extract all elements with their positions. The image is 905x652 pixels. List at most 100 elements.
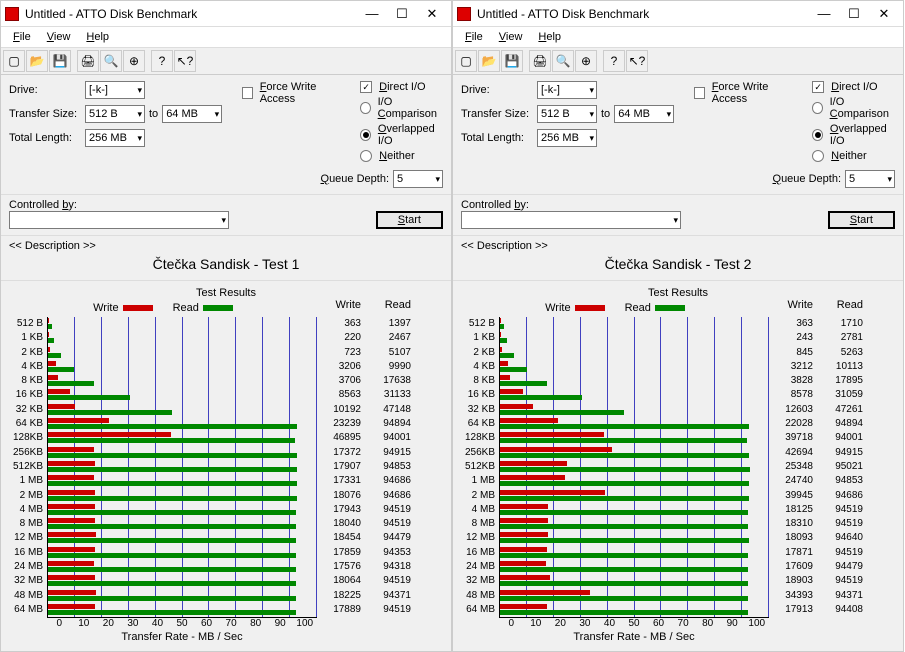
write-value: 363: [769, 317, 819, 331]
transfer-from-select[interactable]: 512 B: [537, 105, 597, 123]
menu-view[interactable]: View: [491, 29, 531, 45]
maximize-button[interactable]: ☐: [387, 2, 417, 26]
whatsthis-icon[interactable]: ↖?: [174, 50, 196, 72]
minimize-button[interactable]: —: [357, 2, 387, 26]
write-value: 243: [769, 331, 819, 345]
read-value: 17638: [367, 374, 417, 388]
drive-select[interactable]: [-k-]: [85, 81, 145, 99]
controlled-select[interactable]: [9, 211, 229, 229]
controlled-select[interactable]: [461, 211, 681, 229]
chart-row: [500, 517, 769, 531]
write-bar: [500, 418, 558, 423]
total-length-select[interactable]: 256 MB: [537, 129, 597, 147]
drive-select[interactable]: [-k-]: [537, 81, 597, 99]
queue-depth-label: Queue Depth:: [773, 173, 842, 185]
write-bar: [48, 432, 171, 437]
write-bar: [500, 547, 547, 552]
new-icon[interactable]: ▢: [3, 50, 25, 72]
io-comparison-radio[interactable]: [812, 102, 822, 114]
value-row: 1831094519: [769, 517, 869, 531]
chart-legend: WriteRead: [9, 300, 317, 316]
menu-view[interactable]: View: [39, 29, 79, 45]
zoom-icon[interactable]: ⊕: [123, 50, 145, 72]
drive-label: Drive:: [461, 84, 533, 96]
value-row: 2432781: [769, 331, 869, 345]
chart-row: [500, 560, 769, 574]
x-tick: 50: [170, 618, 195, 629]
value-row: 1787194519: [769, 546, 869, 560]
read-value: 94915: [367, 446, 417, 460]
category-label: 512 B: [461, 317, 495, 331]
close-button[interactable]: ✕: [869, 2, 899, 26]
write-value: 18310: [769, 517, 819, 531]
transfer-to-select[interactable]: 64 MB: [614, 105, 674, 123]
queue-depth-select[interactable]: 5: [845, 170, 895, 188]
category-label: 2 KB: [461, 346, 495, 360]
queue-depth-select[interactable]: 5: [393, 170, 443, 188]
value-row: 2534895021: [769, 460, 869, 474]
print-icon[interactable]: 🖨: [77, 50, 99, 72]
neither-radio-label: Neither: [379, 150, 414, 162]
preview-icon[interactable]: 🔍: [100, 50, 122, 72]
x-tick: 70: [219, 618, 244, 629]
read-bar: [48, 438, 295, 443]
read-value: 94519: [819, 574, 869, 588]
write-bar: [500, 590, 590, 595]
transfer-to-select[interactable]: 64 MB: [162, 105, 222, 123]
read-col-header: Read: [819, 299, 869, 317]
help-icon[interactable]: ?: [151, 50, 173, 72]
window-title: Untitled - ATTO Disk Benchmark: [477, 7, 809, 21]
write-value: 18454: [317, 531, 367, 545]
total-length-select[interactable]: 256 MB: [85, 129, 145, 147]
controlled-section: Controlled by:Start: [1, 194, 451, 235]
menu-help[interactable]: Help: [78, 29, 117, 45]
overlapped-radio[interactable]: [812, 129, 823, 141]
preview-icon[interactable]: 🔍: [552, 50, 574, 72]
zoom-icon[interactable]: ⊕: [575, 50, 597, 72]
chart-row: [48, 317, 317, 331]
menu-help[interactable]: Help: [530, 29, 569, 45]
save-icon[interactable]: 💾: [49, 50, 71, 72]
save-icon[interactable]: 💾: [501, 50, 523, 72]
neither-radio[interactable]: [812, 150, 824, 162]
close-button[interactable]: ✕: [417, 2, 447, 26]
menu-file[interactable]: File: [5, 29, 39, 45]
value-row: 1791394408: [769, 603, 869, 617]
read-bar: [48, 410, 172, 415]
minimize-button[interactable]: —: [809, 2, 839, 26]
read-bar: [500, 610, 748, 615]
write-value: 39718: [769, 431, 819, 445]
chart-row: [48, 374, 317, 388]
force-write-checkbox[interactable]: [694, 87, 705, 99]
read-value: 94915: [819, 446, 869, 460]
value-row: 1760994479: [769, 560, 869, 574]
whatsthis-icon[interactable]: ↖?: [626, 50, 648, 72]
chart-row: [48, 360, 317, 374]
chart-row: [500, 603, 769, 617]
transfer-from-select[interactable]: 512 B: [85, 105, 145, 123]
overlapped-radio[interactable]: [360, 129, 371, 141]
io-comparison-radio[interactable]: [360, 102, 370, 114]
print-icon[interactable]: 🖨: [529, 50, 551, 72]
neither-radio[interactable]: [360, 150, 372, 162]
description-label: << Description >>: [461, 240, 895, 252]
write-bar: [500, 318, 501, 323]
new-icon[interactable]: ▢: [455, 50, 477, 72]
menu-file[interactable]: File: [457, 29, 491, 45]
open-icon[interactable]: 📂: [478, 50, 500, 72]
start-button[interactable]: Start: [828, 211, 895, 229]
read-bar: [500, 467, 750, 472]
bar-chart: [499, 317, 769, 618]
help-icon[interactable]: ?: [603, 50, 625, 72]
maximize-button[interactable]: ☐: [839, 2, 869, 26]
category-label: 64 MB: [9, 603, 43, 617]
direct-io-checkbox[interactable]: ✓: [812, 81, 824, 93]
direct-io-checkbox[interactable]: ✓: [360, 81, 372, 93]
open-icon[interactable]: 📂: [26, 50, 48, 72]
chart-row: [500, 360, 769, 374]
write-value: 42694: [769, 446, 819, 460]
write-bar: [48, 547, 95, 552]
chart-row: [500, 531, 769, 545]
start-button[interactable]: Start: [376, 211, 443, 229]
force-write-checkbox[interactable]: [242, 87, 253, 99]
